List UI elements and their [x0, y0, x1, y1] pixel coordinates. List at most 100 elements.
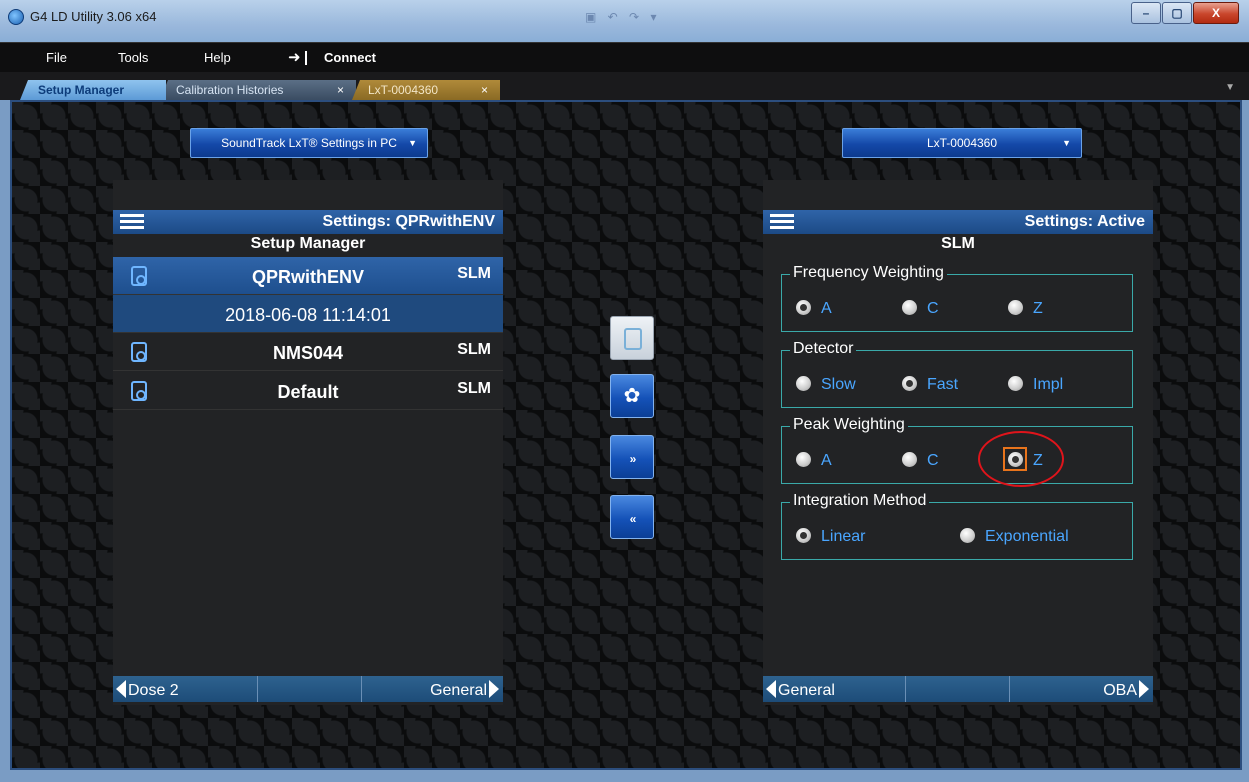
tab-lxt-0004360[interactable]: LxT-0004360 × — [352, 80, 500, 100]
peak-weighting-group: Peak Weighting A C Z — [781, 416, 1133, 487]
radio-label: Slow — [821, 376, 856, 393]
menu-file[interactable]: File — [46, 50, 67, 65]
double-chevron-right-icon: » — [629, 452, 637, 466]
left-panel-footer: Dose 2 General — [113, 676, 503, 702]
radio-icon — [796, 452, 811, 467]
setup-name: NMS044 — [272, 343, 344, 363]
frequency-weighting-group: Frequency Weighting A C Z — [781, 264, 1133, 332]
detector-impl-radio[interactable]: Impl — [1008, 376, 1063, 394]
freq-weighting-a-radio[interactable]: A — [796, 300, 832, 318]
group-title: Detector — [790, 340, 857, 358]
detector-slow-radio[interactable]: Slow — [796, 376, 856, 394]
arrow-left-icon — [766, 680, 776, 698]
setup-name: Default — [277, 382, 339, 402]
freq-weighting-z-radio[interactable]: Z — [1008, 300, 1043, 318]
left-panel-title: Settings: QPRwithENV — [322, 213, 495, 230]
group-title: Frequency Weighting — [790, 264, 947, 282]
radio-icon — [1008, 376, 1023, 391]
arrow-right-icon — [489, 680, 499, 698]
group-title: Integration Method — [790, 492, 930, 510]
menu-bar: File Tools Help ➜ Connect — [0, 42, 1249, 72]
footer-divider — [257, 676, 258, 702]
radio-label: Fast — [927, 376, 959, 393]
integration-method-group: Integration Method Linear Exponential — [781, 492, 1133, 560]
double-chevron-left-icon: « — [629, 512, 637, 526]
next-page-button[interactable]: OBA — [1103, 680, 1149, 700]
integration-exponential-radio[interactable]: Exponential — [960, 528, 1069, 546]
title-bar: G4 LD Utility 3.06 x64 ▣ ↶ ↷ ▾ – ▢ X — [0, 0, 1249, 42]
right-panel-header: Settings: Active — [763, 210, 1153, 234]
left-settings-panel: Settings: QPRwithENV Setup Manager QPRwi… — [113, 180, 503, 705]
left-panel-header: Settings: QPRwithENV — [113, 210, 503, 234]
app-icon — [8, 9, 24, 25]
radio-selected-icon — [796, 528, 811, 543]
group-title: Peak Weighting — [790, 416, 908, 434]
connect-arrow-icon: ➜ — [288, 49, 301, 66]
setup-row-default[interactable]: Default SLM — [113, 372, 503, 410]
freq-weighting-c-radio[interactable]: C — [902, 300, 939, 318]
settings-gear-button[interactable]: ✿ — [610, 374, 654, 418]
menu-icon[interactable] — [770, 214, 794, 230]
radio-icon — [1008, 300, 1023, 315]
save-settings-button[interactable] — [610, 316, 654, 360]
detector-fast-radio[interactable]: Fast — [902, 376, 958, 394]
right-panel-subtitle: SLM — [941, 235, 975, 252]
menu-connect[interactable]: Connect — [324, 50, 376, 65]
send-to-device-button[interactable]: » — [610, 435, 654, 479]
device-dropdown[interactable]: LxT-0004360 ▼ — [842, 128, 1082, 158]
radio-icon — [960, 528, 975, 543]
integration-linear-radio[interactable]: Linear — [796, 528, 865, 546]
radio-selected-icon — [902, 376, 917, 391]
footer-divider — [1009, 676, 1010, 702]
arrow-left-icon — [116, 680, 126, 698]
setup-row-nms044[interactable]: NMS044 SLM — [113, 333, 503, 371]
setup-type: SLM — [457, 341, 491, 358]
radio-label: Impl — [1033, 376, 1064, 393]
radio-icon — [902, 452, 917, 467]
menu-help[interactable]: Help — [204, 50, 231, 65]
peak-weighting-c-radio[interactable]: C — [902, 452, 939, 470]
tab-close-icon[interactable]: × — [337, 80, 344, 100]
prev-page-label: Dose 2 — [128, 682, 179, 699]
radio-label: A — [821, 300, 832, 317]
setup-name: QPRwithENV — [251, 267, 364, 287]
tab-overflow-icon[interactable]: ▼ — [1225, 82, 1235, 93]
next-page-label: General — [430, 682, 487, 699]
setup-row-qprwithenv[interactable]: QPRwithENV SLM — [113, 257, 503, 295]
next-page-button[interactable]: General — [430, 680, 499, 700]
window-title: G4 LD Utility 3.06 x64 — [30, 9, 157, 24]
menu-icon[interactable] — [120, 214, 144, 230]
tab-calibration-histories[interactable]: Calibration Histories × — [160, 80, 356, 100]
connect-bar-icon — [305, 51, 307, 65]
main-area: SoundTrack LxT® Settings in PC ▼ LxT-000… — [10, 100, 1242, 770]
tab-setup-manager[interactable]: Setup Manager — [20, 80, 166, 100]
prev-page-button[interactable]: Dose 2 — [116, 680, 179, 700]
setup-type: SLM — [457, 380, 491, 397]
tab-label: Setup Manager — [38, 83, 125, 97]
radio-label: Exponential — [985, 528, 1069, 545]
chevron-down-icon: ▼ — [1062, 138, 1071, 148]
peak-weighting-a-radio[interactable]: A — [796, 452, 832, 470]
pc-settings-dropdown[interactable]: SoundTrack LxT® Settings in PC ▼ — [190, 128, 428, 158]
highlight-circle — [978, 431, 1064, 487]
setup-date: 2018-06-08 11:14:01 — [225, 305, 391, 325]
prev-page-button[interactable]: General — [766, 680, 835, 700]
left-panel-subtitle: Setup Manager — [250, 235, 366, 252]
radio-icon — [796, 376, 811, 391]
radio-selected-icon — [796, 300, 811, 315]
radio-label: A — [821, 452, 832, 469]
pc-settings-label: SoundTrack LxT® Settings in PC — [221, 136, 397, 150]
maximize-button[interactable]: ▢ — [1162, 2, 1192, 24]
get-from-device-button[interactable]: « — [610, 495, 654, 539]
right-panel-title: Settings: Active — [1024, 213, 1145, 230]
menu-tools[interactable]: Tools — [118, 50, 148, 65]
close-button[interactable]: X — [1193, 2, 1239, 24]
settings-file-icon — [624, 328, 642, 350]
tab-close-icon[interactable]: × — [481, 80, 488, 100]
footer-divider — [905, 676, 906, 702]
minimize-button[interactable]: – — [1131, 2, 1161, 24]
device-label: LxT-0004360 — [926, 136, 998, 150]
tab-strip: Calibration Histories × LxT-0004360 × Se… — [0, 72, 1249, 100]
right-panel-footer: General OBA — [763, 676, 1153, 702]
tab-label: Calibration Histories — [176, 83, 284, 97]
